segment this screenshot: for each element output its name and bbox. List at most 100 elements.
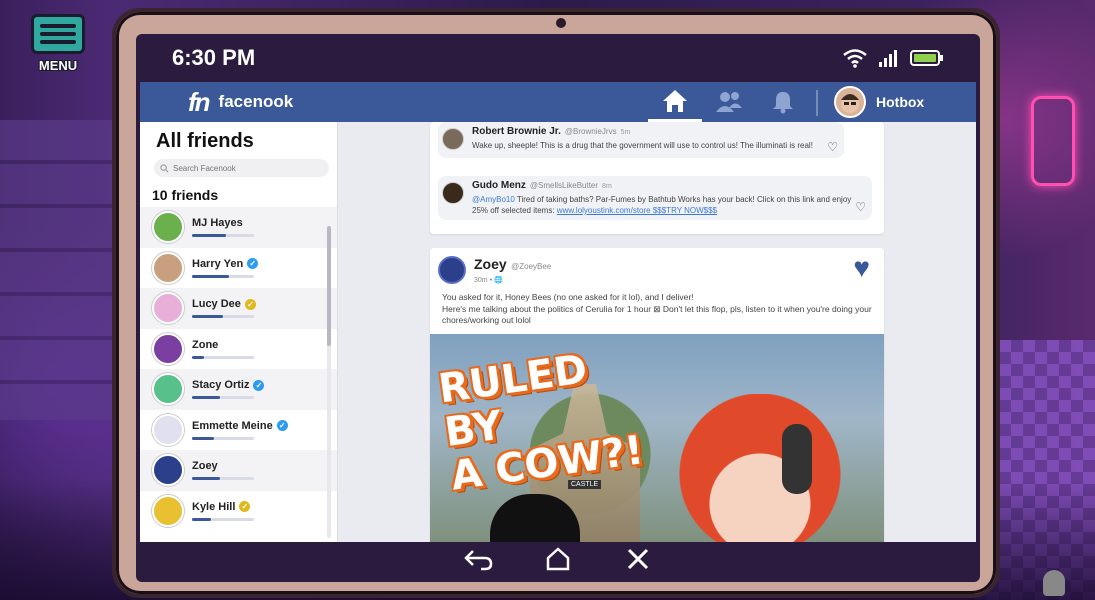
friend-item[interactable]: Emmette Meine ✓ bbox=[140, 410, 337, 451]
avatar bbox=[152, 413, 184, 446]
home-button[interactable] bbox=[541, 546, 575, 578]
tablet-device: 6:30 PM fn facenook Hotbox All friends S… bbox=[112, 8, 1000, 598]
comment-handle: @BrownieJrvs bbox=[564, 127, 617, 136]
friendship-progress bbox=[192, 396, 254, 400]
scrollbar-thumb[interactable] bbox=[327, 226, 331, 346]
comment-author[interactable]: Robert Brownie Jr. bbox=[472, 126, 561, 137]
avatar bbox=[152, 373, 184, 406]
friendship-progress bbox=[192, 315, 254, 319]
tab-home[interactable] bbox=[648, 82, 702, 122]
comment-time: 5m bbox=[620, 129, 631, 136]
friend-item[interactable]: Stacy Ortiz ✓ bbox=[140, 369, 337, 410]
avatar bbox=[442, 182, 464, 204]
avatar bbox=[152, 494, 184, 527]
comment-time: 8m bbox=[602, 183, 612, 190]
friend-item[interactable]: Harry Yen ✓ bbox=[140, 248, 337, 289]
verified-badge-icon: ✓ bbox=[239, 501, 251, 513]
comment-author[interactable]: Gudo Menz bbox=[472, 180, 526, 191]
comment-text: @AmyBo10 Tired of taking baths? Par-Fume… bbox=[472, 195, 852, 215]
comment-text: Wake up, sheeple! This is a drug that th… bbox=[472, 141, 813, 150]
comment: Robert Brownie Jr. @BrownieJrvs 5m Wake … bbox=[438, 122, 844, 158]
brand[interactable]: fn facenook bbox=[188, 87, 293, 118]
avatar bbox=[152, 251, 184, 284]
friends-count: 10 friends bbox=[152, 187, 219, 203]
friends-icon bbox=[716, 92, 742, 112]
camera-icon bbox=[556, 18, 566, 28]
post-time: 30m bbox=[474, 277, 488, 284]
progress-fill bbox=[192, 234, 227, 238]
friend-name: Kyle Hill bbox=[192, 500, 236, 513]
character-illustration bbox=[670, 394, 850, 542]
like-heart-icon[interactable]: ♥ bbox=[853, 252, 870, 284]
headphones-icon bbox=[782, 424, 812, 494]
signal-icon bbox=[879, 50, 897, 67]
post-handle: @ZoeyBee bbox=[511, 262, 552, 271]
user-profile-link[interactable]: Hotbox bbox=[834, 86, 924, 118]
friendship-progress bbox=[192, 274, 254, 278]
sidebar-scrollbar[interactable] bbox=[327, 226, 331, 538]
home-outline-icon bbox=[546, 546, 570, 570]
friend-item[interactable]: MJ Hayes bbox=[140, 207, 337, 248]
battery-icon bbox=[910, 50, 943, 66]
avatar bbox=[152, 332, 184, 365]
avatar bbox=[442, 128, 464, 150]
neon-sign bbox=[1031, 96, 1075, 186]
sidebar-title: All friends bbox=[156, 130, 254, 152]
post-author[interactable]: Zoey bbox=[474, 256, 507, 272]
menu-button[interactable]: MENU bbox=[18, 14, 98, 84]
tab-friends[interactable] bbox=[702, 82, 756, 122]
menu-icon bbox=[31, 14, 85, 54]
device-nav-bar bbox=[136, 542, 980, 582]
back-button[interactable] bbox=[461, 547, 495, 578]
close-icon bbox=[627, 548, 649, 569]
progress-fill bbox=[192, 396, 220, 400]
app-nav-bar: fn facenook Hotbox bbox=[140, 82, 976, 122]
tab-notifications[interactable] bbox=[756, 82, 810, 122]
post-text: You asked for it, Honey Bees (no one ask… bbox=[442, 292, 872, 325]
friend-item[interactable]: Zoey bbox=[140, 450, 337, 491]
progress-fill bbox=[192, 274, 230, 278]
store-link[interactable]: www.lolyoustink.com/store $$$TRY NOW$$$ bbox=[557, 206, 717, 215]
brand-name: facenook bbox=[218, 92, 294, 111]
comment-handle: @SmellsLikeButter bbox=[529, 181, 599, 190]
post-image[interactable]: CASTLE RULED BY A COW?! bbox=[430, 334, 884, 542]
friendship-progress bbox=[192, 234, 254, 238]
like-heart-icon[interactable]: ♡ bbox=[827, 140, 838, 154]
clock: 6:30 PM bbox=[172, 45, 256, 70]
post-header: Zoey @ZoeyBee 30m • 🌐 bbox=[438, 256, 551, 284]
menu-label: MENU bbox=[38, 58, 78, 73]
friend-name: Emmette Meine bbox=[192, 419, 273, 432]
verified-badge-icon: ✓ bbox=[247, 258, 259, 270]
back-arrow-icon bbox=[464, 549, 493, 570]
friend-list: MJ Hayes Harry Yen ✓ Lucy Dee ✓ Zone Stacy Ort… bbox=[140, 207, 337, 547]
friend-name: MJ Hayes bbox=[192, 217, 243, 230]
progress-fill bbox=[192, 477, 220, 481]
facenook-logo: fn bbox=[188, 86, 211, 117]
post-card: Zoey @ZoeyBee 30m • 🌐 ♥ You asked for it… bbox=[430, 248, 884, 542]
friend-name: Stacy Ortiz bbox=[192, 379, 250, 392]
friend-name: Lucy Dee bbox=[192, 298, 241, 311]
close-button[interactable] bbox=[621, 547, 655, 578]
username: Hotbox bbox=[876, 94, 925, 110]
friends-sidebar: All friends 10 friends MJ Hayes Harry Yen… bbox=[140, 122, 338, 542]
friend-item[interactable]: Zone bbox=[140, 329, 337, 370]
nav-tabs bbox=[648, 82, 810, 122]
verified-badge-icon: ✓ bbox=[244, 298, 256, 310]
home-icon bbox=[663, 89, 687, 112]
like-heart-icon[interactable]: ♡ bbox=[855, 200, 866, 214]
progress-fill bbox=[192, 355, 205, 359]
friend-item[interactable]: Kyle Hill ✓ bbox=[140, 491, 337, 532]
friendship-progress bbox=[192, 477, 254, 481]
avatar bbox=[152, 211, 184, 244]
progress-fill bbox=[192, 517, 211, 521]
friend-name: Zone bbox=[192, 338, 219, 351]
verified-badge-icon: ✓ bbox=[276, 420, 288, 432]
friend-name: Zoey bbox=[192, 460, 218, 473]
status-icons bbox=[842, 48, 944, 68]
mention-link[interactable]: @AmyBo10 bbox=[472, 195, 515, 204]
avatar bbox=[438, 256, 466, 284]
search-input[interactable] bbox=[173, 163, 313, 173]
search-icon bbox=[160, 163, 169, 172]
friend-name: Harry Yen bbox=[192, 257, 244, 270]
friend-item[interactable]: Lucy Dee ✓ bbox=[140, 288, 337, 329]
